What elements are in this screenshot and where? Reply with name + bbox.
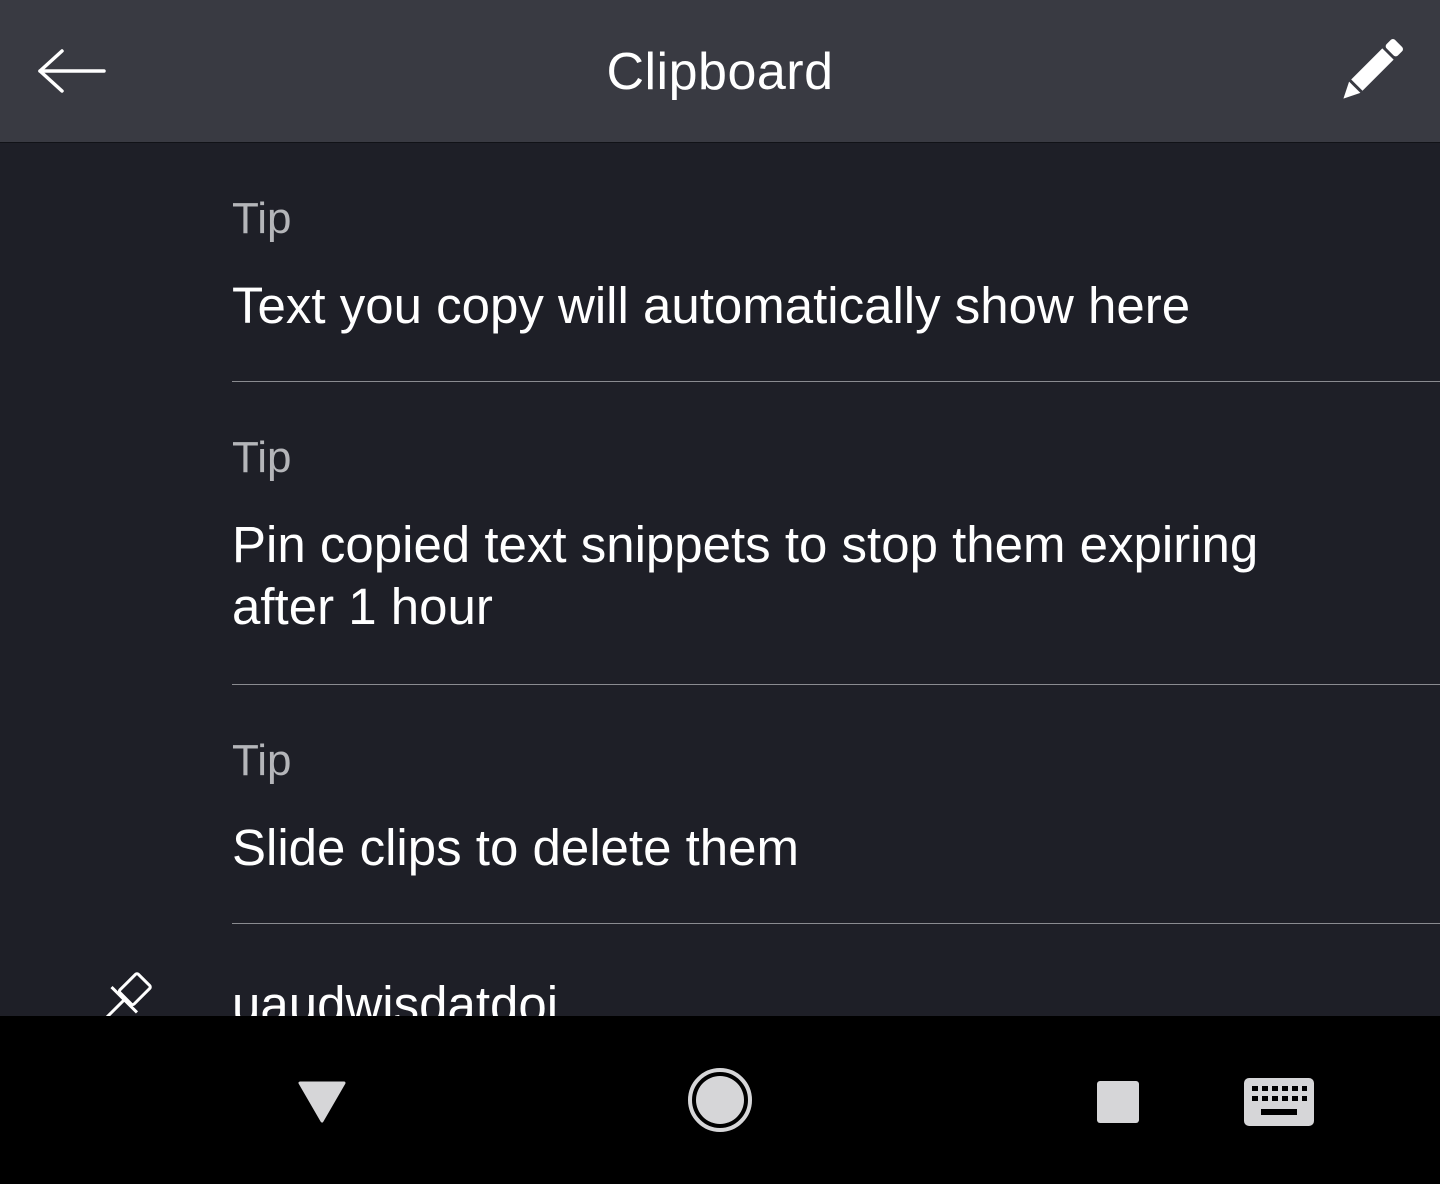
tip-label: Tip [232,194,292,243]
pin-icon [96,972,152,1016]
pin-button[interactable] [80,964,160,1016]
tip-text: Text you copy will automatically show he… [232,277,1191,334]
circle-home-icon [688,1068,752,1132]
tip-text: Slide clips to delete them [232,819,799,876]
tip-item[interactable]: Tip Pin copied text snippets to stop the… [232,382,1440,685]
keyboard-icon [1244,1078,1314,1126]
tip-label: Tip [232,433,292,482]
tip-item[interactable]: Tip Slide clips to delete them [232,685,1440,924]
nav-back-button[interactable] [280,1060,364,1144]
tip-item[interactable]: Tip Text you copy will automatically sho… [232,143,1440,382]
clipboard-list[interactable]: Tip Text you copy will automatically sho… [0,143,1440,1016]
nav-recents-button[interactable] [1076,1060,1160,1144]
nav-keyboard-button[interactable] [1236,1060,1322,1144]
clip-item[interactable]: uaudwisdatdoi [0,924,1440,1016]
tip-text: Pin copied text snippets to stop them ex… [232,516,1259,635]
triangle-down-icon [298,1081,346,1123]
tip-label: Tip [232,736,292,785]
square-recents-icon [1097,1081,1139,1123]
top-app-bar: Clipboard [0,0,1440,143]
page-title: Clipboard [606,43,834,101]
edit-button[interactable] [1328,28,1414,114]
system-navigation-bar [0,1016,1440,1184]
clipboard-screen: Clipboard Tip Text you copy will automat… [0,0,1440,1184]
nav-home-button[interactable] [676,1056,764,1144]
clip-text: uaudwisdatdoi [232,976,559,1016]
pencil-icon [1343,39,1403,99]
